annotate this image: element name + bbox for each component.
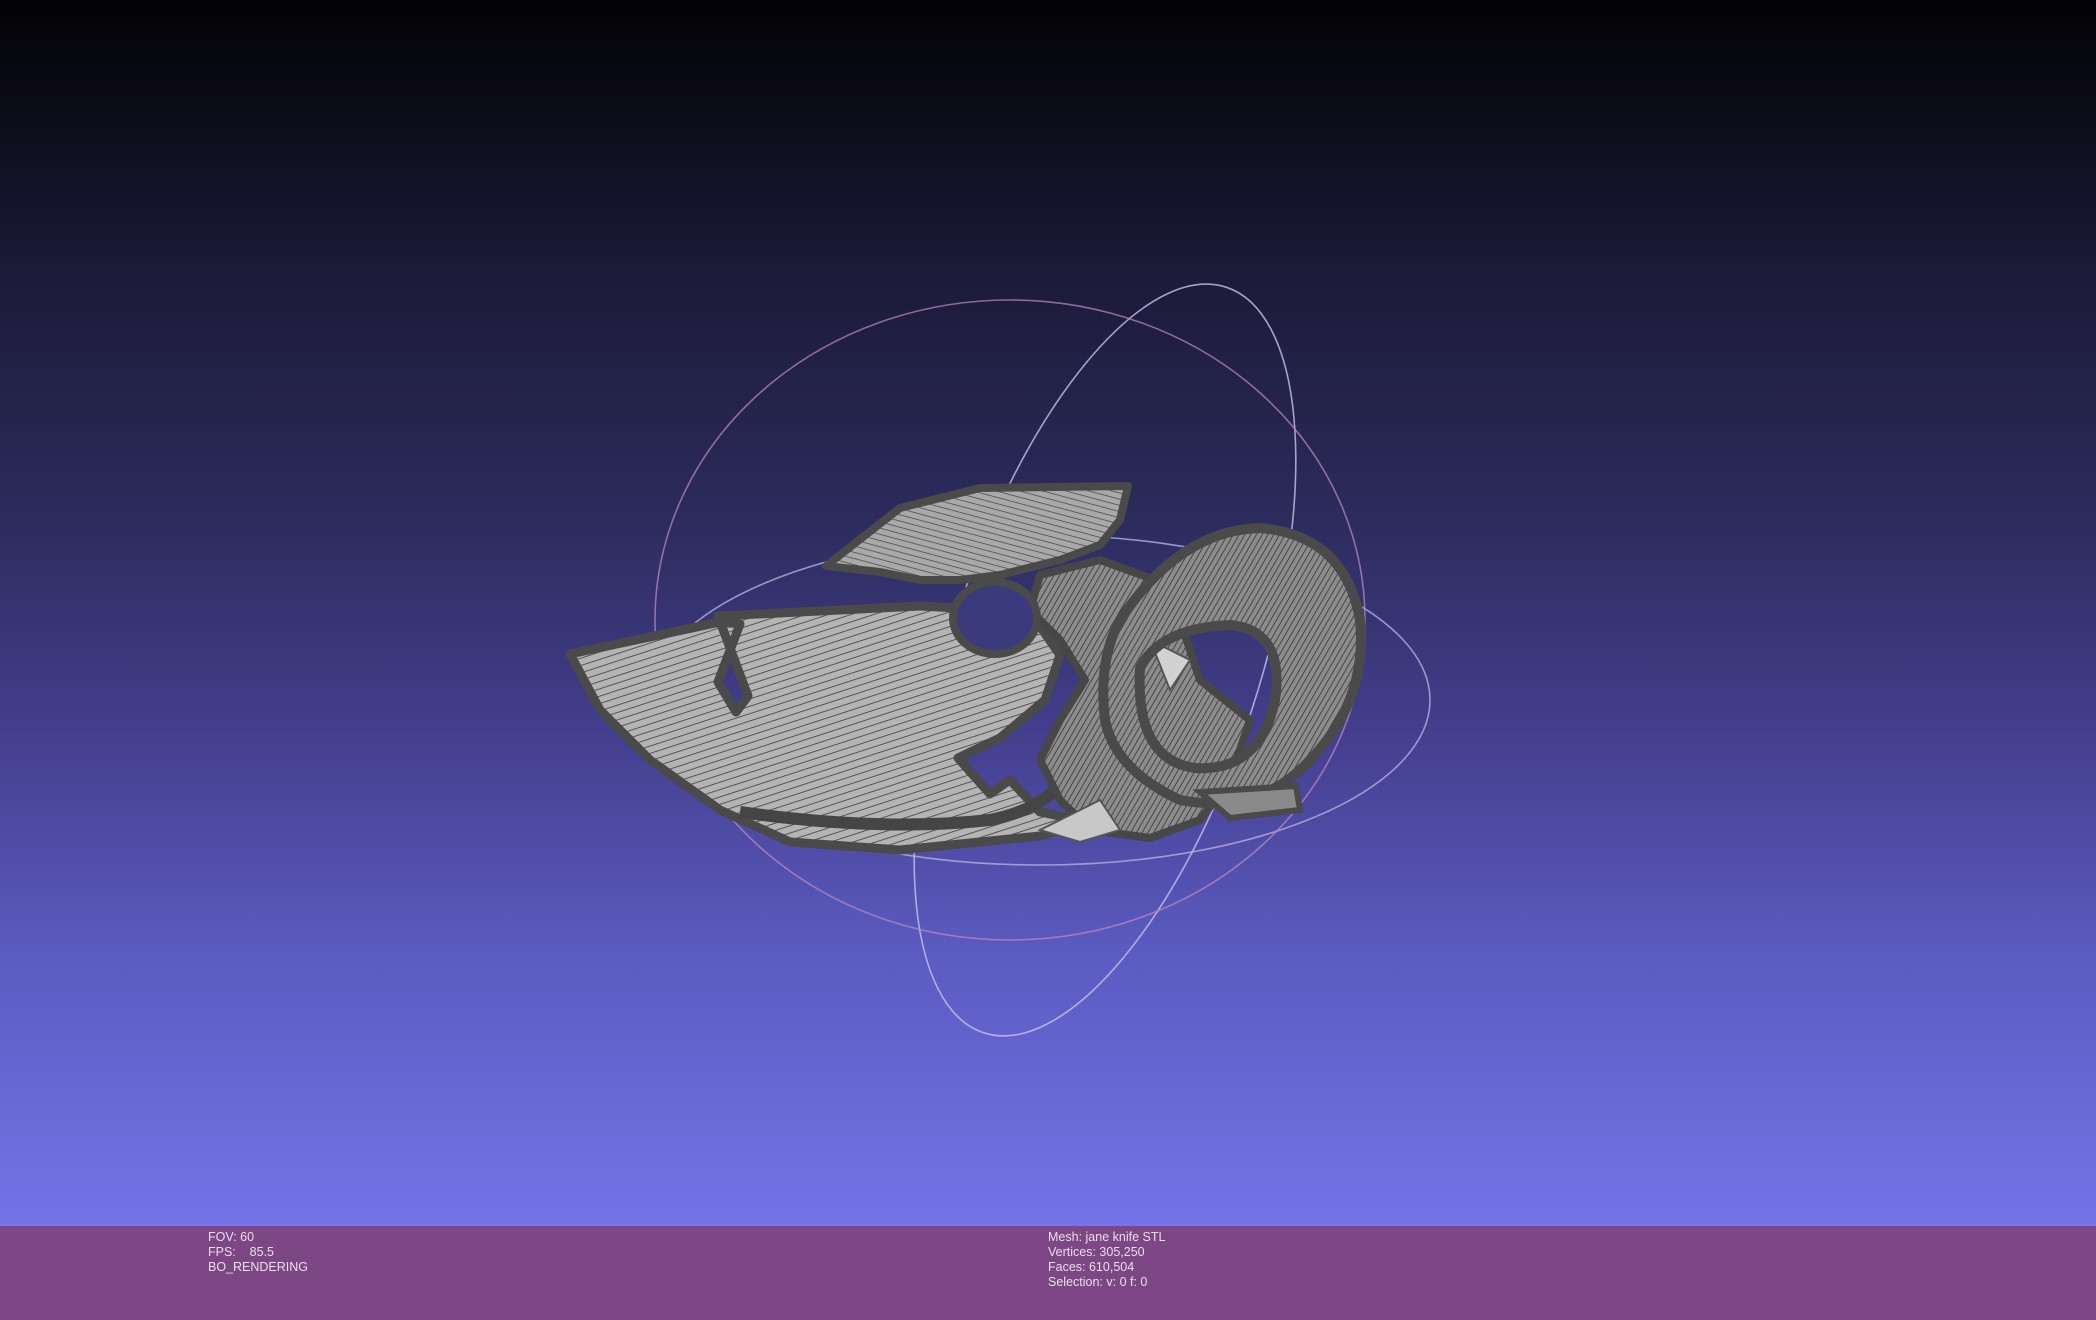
mesh-info: Mesh: jane knife STL Vertices: 305,250 F…: [1048, 1230, 1165, 1290]
mesh-finger-ring: [1098, 523, 1366, 809]
fov-readout: FOV: 60: [208, 1230, 255, 1244]
mesh-ring-flange: [1192, 782, 1304, 822]
3d-viewport[interactable]: [0, 0, 2096, 1226]
vertices-readout: Vertices: 305,250: [1048, 1245, 1145, 1259]
mesh-model-icon[interactable]: [565, 482, 1366, 855]
mesh-center-hole: [949, 578, 1041, 658]
render-info: FOV: 60 FPS: 85.5 BO_RENDERING: [208, 1230, 308, 1275]
scene-canvas[interactable]: [0, 0, 2096, 1226]
selection-readout: Selection: v: 0 f: 0: [1048, 1275, 1148, 1289]
status-info-bar: FOV: 60 FPS: 85.5 BO_RENDERING Mesh: jan…: [0, 1226, 2096, 1320]
mesh-name-readout: Mesh: jane knife STL: [1048, 1230, 1166, 1244]
faces-readout: Faces: 610,504: [1048, 1260, 1135, 1274]
fps-readout: FPS: 85.5: [208, 1245, 275, 1259]
render-mode-readout: BO_RENDERING: [208, 1260, 309, 1274]
